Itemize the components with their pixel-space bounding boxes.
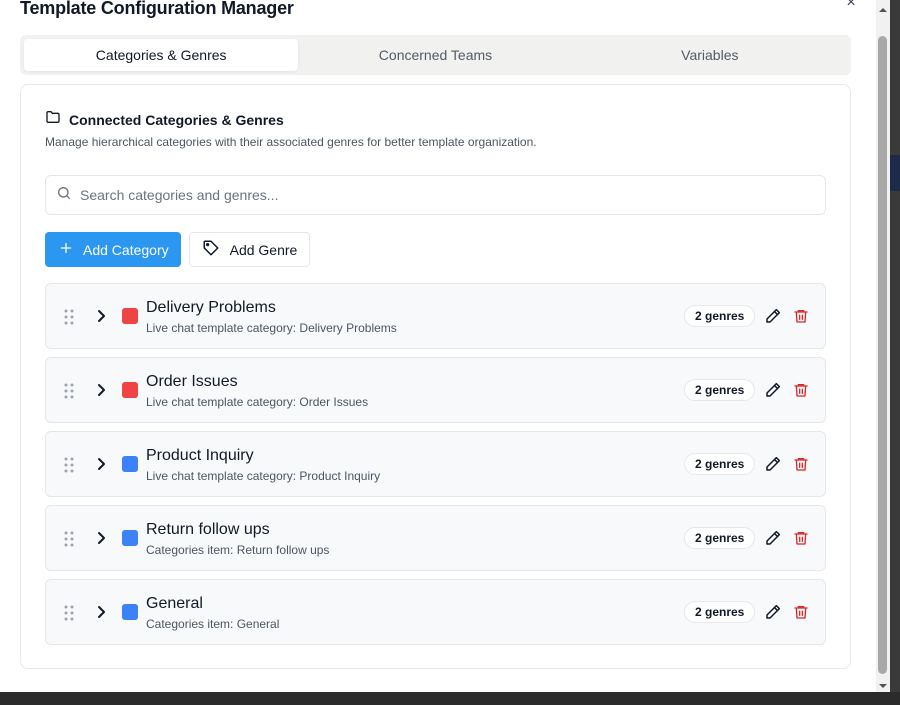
tab-concerned-teams[interactable]: Concerned Teams (298, 39, 572, 71)
category-name: Product Inquiry (146, 447, 254, 464)
drag-handle-icon[interactable] (64, 383, 74, 404)
category-list: Delivery Problems Live chat template cat… (45, 283, 826, 653)
color-swatch (122, 530, 138, 546)
chevron-right-icon[interactable] (95, 530, 107, 551)
genres-count-badge: 2 genres (684, 527, 756, 549)
category-description: Live chat template category: Order Issue… (146, 395, 369, 409)
category-description: Live chat template category: Delivery Pr… (146, 321, 397, 335)
add-genre-label: Add Genre (229, 241, 298, 258)
template-config-dialog: Template Configuration Manager × Categor… (0, 0, 876, 692)
search-box (45, 175, 826, 215)
delete-trash-icon[interactable] (793, 529, 809, 552)
search-input[interactable] (80, 187, 815, 203)
color-swatch (122, 456, 138, 472)
chevron-right-icon[interactable] (95, 456, 107, 477)
card-header: Connected Categories & Genres (45, 109, 284, 130)
drag-handle-icon[interactable] (64, 457, 74, 478)
chevron-right-icon[interactable] (95, 382, 107, 403)
search-icon (56, 185, 72, 206)
scroll-down-arrow-icon[interactable] (878, 678, 888, 688)
drag-handle-icon[interactable] (64, 309, 74, 330)
tab-list: Categories & Genres Concerned Teams Vari… (20, 35, 851, 75)
delete-trash-icon[interactable] (793, 603, 809, 626)
folder-icon (45, 109, 61, 130)
edit-pencil-icon[interactable] (764, 381, 782, 404)
dialog-title: Template Configuration Manager (20, 0, 294, 18)
category-row[interactable]: Delivery Problems Live chat template cat… (45, 283, 826, 349)
delete-trash-icon[interactable] (793, 455, 809, 478)
delete-trash-icon[interactable] (793, 307, 809, 330)
color-swatch (122, 308, 138, 324)
categories-card: Connected Categories & Genres Manage hie… (20, 84, 851, 669)
chevron-right-icon[interactable] (95, 604, 107, 625)
scrollbar-thumb[interactable] (878, 36, 887, 674)
plus-icon (59, 241, 73, 258)
tab-variables[interactable]: Variables (573, 39, 847, 71)
category-description: Categories item: Return follow ups (146, 543, 330, 557)
add-category-button[interactable]: Add Category (45, 232, 181, 267)
close-button[interactable]: × (842, 0, 860, 14)
drag-handle-icon[interactable] (64, 531, 74, 552)
edit-pencil-icon[interactable] (764, 455, 782, 478)
chevron-right-icon[interactable] (95, 308, 107, 329)
genres-count-badge: 2 genres (684, 305, 756, 327)
scroll-up-arrow-icon[interactable] (878, 2, 888, 12)
tab-categories-genres[interactable]: Categories & Genres (24, 39, 299, 71)
delete-trash-icon[interactable] (793, 381, 809, 404)
tag-icon (202, 239, 220, 260)
category-description: Categories item: General (146, 617, 280, 631)
category-name: Delivery Problems (146, 299, 276, 316)
section-title: Connected Categories & Genres (69, 111, 284, 128)
category-description: Live chat template category: Product Inq… (146, 469, 381, 483)
add-genre-button[interactable]: Add Genre (188, 232, 311, 267)
edit-pencil-icon[interactable] (764, 307, 782, 330)
color-swatch (122, 604, 138, 620)
genres-count-badge: 2 genres (684, 601, 756, 623)
category-name: Return follow ups (146, 521, 270, 538)
action-buttons: Add Category Add Genre (45, 232, 311, 267)
edit-pencil-icon[interactable] (764, 603, 782, 626)
color-swatch (122, 382, 138, 398)
section-description: Manage hierarchical categories with thei… (45, 135, 537, 149)
category-row[interactable]: Order Issues Live chat template category… (45, 357, 826, 423)
drag-handle-icon[interactable] (64, 605, 74, 626)
add-category-label: Add Category (83, 241, 169, 258)
edit-pencil-icon[interactable] (764, 529, 782, 552)
category-name: Order Issues (146, 373, 238, 390)
genres-count-badge: 2 genres (684, 453, 756, 475)
category-row[interactable]: General Categories item: General 2 genre… (45, 579, 826, 645)
genres-count-badge: 2 genres (684, 379, 756, 401)
category-name: General (146, 595, 203, 612)
backdrop-bottom (0, 692, 900, 705)
category-row[interactable]: Return follow ups Categories item: Retur… (45, 505, 826, 571)
vertical-scrollbar[interactable] (876, 0, 890, 692)
category-row[interactable]: Product Inquiry Live chat template categ… (45, 431, 826, 497)
